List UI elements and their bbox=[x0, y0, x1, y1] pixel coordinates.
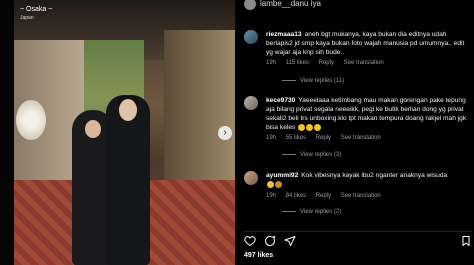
avatar[interactable] bbox=[244, 171, 258, 185]
comment-body: ayummi92 Kok vibesnya kayak ibu2 nganter … bbox=[266, 171, 472, 189]
comment-username[interactable]: ayummi92 bbox=[266, 172, 298, 179]
person-emoji-icon bbox=[275, 180, 282, 188]
comment-text: Yaeeelaaa ketimbang mau makan gorengan p… bbox=[266, 97, 467, 131]
chevron-right-icon[interactable]: › bbox=[218, 126, 232, 140]
post-likes-count[interactable]: 497 likes bbox=[244, 252, 273, 259]
post-actions-bar bbox=[244, 231, 472, 247]
photo-location-tag: ~ Osaka ~ Japan bbox=[20, 6, 52, 22]
avatar[interactable] bbox=[244, 30, 258, 44]
post-caption: lambe__danu iya bbox=[244, 0, 321, 10]
heart-icon[interactable] bbox=[244, 235, 256, 247]
comment-body: riezmaaa13 aneh bgt mukanya, kaya bukan d… bbox=[266, 30, 472, 57]
laughing-emoji-icon bbox=[314, 123, 322, 131]
comment-text: Kok vibesnya kayak ibu2 nganter anaknya … bbox=[301, 172, 448, 179]
comment-time: 19h bbox=[266, 60, 277, 66]
post-photo[interactable]: ~ Osaka ~ Japan bbox=[14, 0, 235, 265]
see-translation-button[interactable]: See translation bbox=[341, 193, 381, 199]
caption-text: lambe__danu iya bbox=[260, 0, 321, 9]
reply-button[interactable]: Reply bbox=[316, 193, 331, 199]
laughing-emoji-icon bbox=[306, 123, 314, 131]
reply-button[interactable]: Reply bbox=[316, 135, 331, 141]
location-sub: Japan bbox=[20, 15, 34, 21]
view-replies-button[interactable]: View replies (11) bbox=[282, 78, 344, 84]
location-main: ~ Osaka ~ bbox=[20, 6, 53, 13]
comment-likes[interactable]: 84 likes bbox=[286, 193, 306, 199]
comment-time: 19h bbox=[266, 135, 277, 141]
comment-username[interactable]: riezmaaa13 bbox=[266, 31, 302, 38]
share-icon[interactable] bbox=[284, 235, 296, 247]
photo-face bbox=[119, 99, 137, 121]
comment-username[interactable]: kece9730 bbox=[266, 97, 295, 104]
view-replies-label: View replies (2) bbox=[300, 209, 342, 215]
view-replies-label: View replies (11) bbox=[300, 78, 345, 84]
photo-face bbox=[85, 120, 101, 138]
comment-meta: 19h 84 likes Reply See translation bbox=[266, 193, 389, 199]
avatar[interactable] bbox=[244, 96, 258, 110]
comment-meta: 19h 55 likes Reply See translation bbox=[266, 135, 389, 141]
comment-likes[interactable]: 115 likes bbox=[286, 60, 309, 66]
laughing-emoji-icon bbox=[267, 180, 274, 188]
see-translation-button[interactable]: See translation bbox=[341, 135, 381, 141]
view-replies-button[interactable]: View replies (2) bbox=[282, 209, 341, 215]
divider bbox=[282, 153, 296, 155]
view-replies-button[interactable]: View replies (3) bbox=[282, 152, 341, 158]
divider bbox=[282, 210, 296, 212]
divider bbox=[282, 79, 296, 81]
comment-body: kece9730 Yaeeelaaa ketimbang mau makan go… bbox=[266, 96, 472, 132]
laughing-emoji-icon bbox=[298, 123, 306, 131]
bookmark-icon[interactable] bbox=[460, 235, 472, 247]
comment-meta: 19h 115 likes Reply See translation bbox=[266, 60, 392, 66]
comments-panel: lambe__danu iya riezmaaa13 aneh bgt mukan… bbox=[236, 0, 474, 265]
photo-flowers bbox=[16, 100, 46, 140]
comment-time: 19h bbox=[266, 193, 277, 199]
reply-button[interactable]: Reply bbox=[319, 60, 334, 66]
see-translation-button[interactable]: See translation bbox=[344, 60, 384, 66]
avatar[interactable] bbox=[244, 0, 256, 10]
view-replies-label: View replies (3) bbox=[300, 152, 342, 158]
comment-likes[interactable]: 55 likes bbox=[286, 135, 306, 141]
photo-wall-right bbox=[164, 30, 235, 190]
comment-icon[interactable] bbox=[264, 235, 276, 247]
photo-person-man bbox=[106, 95, 150, 265]
